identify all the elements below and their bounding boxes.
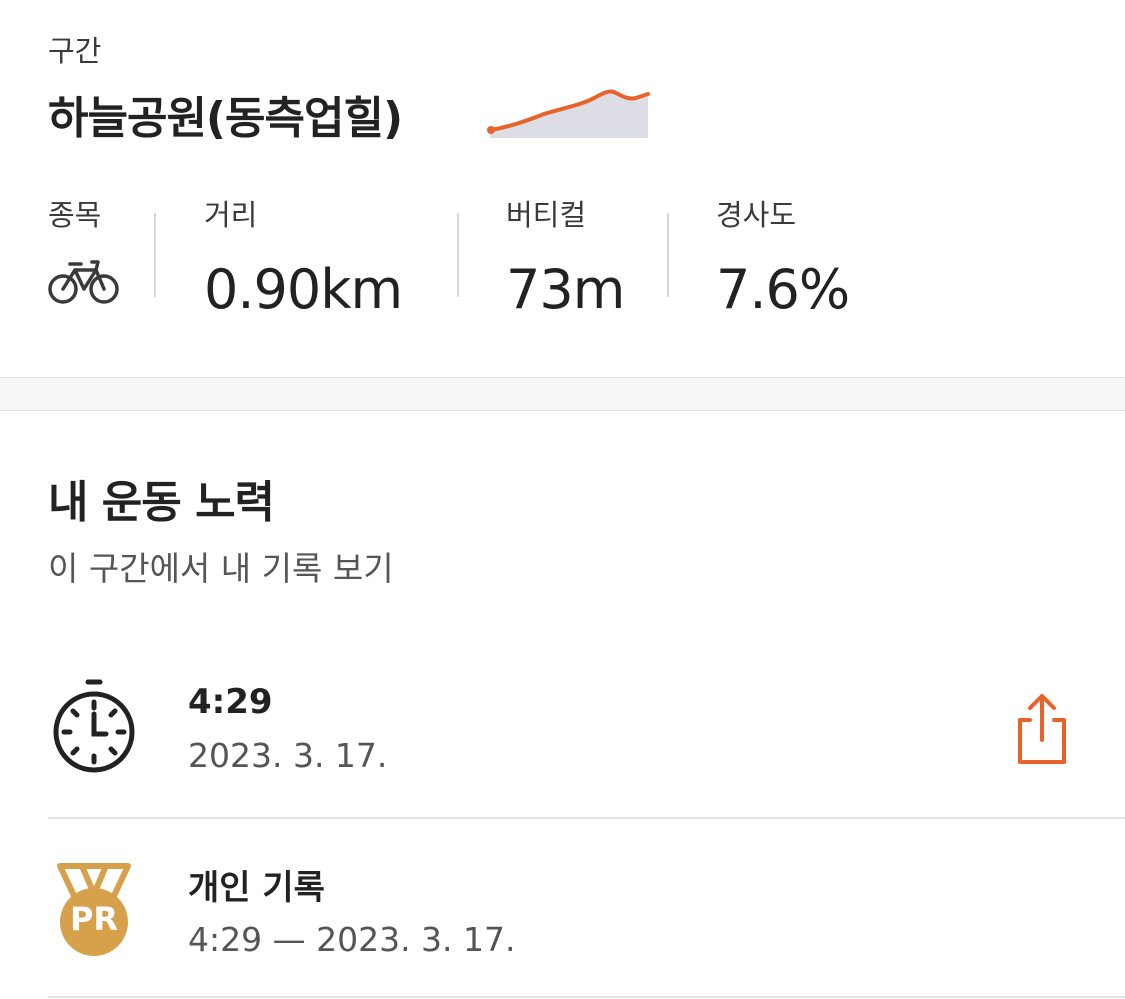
stat-vertical: 버티컬 73m: [506, 192, 625, 321]
stat-sport: 종목: [48, 192, 101, 234]
pr-title: 개인 기록: [188, 868, 325, 908]
bike-icon: [48, 260, 119, 304]
stat-grade-label: 경사도: [716, 198, 797, 232]
best-date: 2023. 3. 17.: [188, 736, 388, 775]
pr-badge-label: PR: [69, 900, 119, 938]
stat-distance-value: 0.90km: [204, 258, 403, 321]
section-separator: [0, 377, 1125, 411]
stat-sport-label: 종목: [48, 198, 102, 232]
stopwatch-icon: [53, 679, 135, 773]
stat-vertical-value: 73m: [506, 258, 625, 321]
stat-divider: [667, 213, 669, 297]
pr-detail: 4:29 — 2023. 3. 17.: [188, 920, 516, 959]
stat-grade: 경사도 7.6%: [716, 192, 850, 321]
effort-row-best[interactable]: 4:29 2023. 3. 17.: [48, 678, 1125, 788]
stat-grade-value: 7.6%: [716, 258, 850, 321]
row-divider: [48, 996, 1125, 998]
segment-name: 하늘공원(동측업힐): [48, 93, 403, 144]
stat-vertical-label: 버티컬: [506, 198, 587, 232]
elevation-profile: [487, 89, 650, 138]
stat-divider: [154, 213, 156, 297]
row-divider: [48, 817, 1125, 819]
stat-divider: [457, 213, 459, 297]
effort-section-subtitle: 이 구간에서 내 기록 보기: [48, 549, 394, 588]
stat-distance: 거리 0.90km: [204, 192, 403, 321]
segment-detail-page: 구간 하늘공원(동측업힐) 종목 거리 0.90km 버티컬 73m 경사도 7…: [0, 0, 1125, 999]
stat-distance-label: 거리: [204, 198, 258, 232]
best-time: 4:29: [188, 682, 273, 722]
share-icon[interactable]: [1012, 690, 1072, 770]
effort-section-title: 내 운동 노력: [48, 477, 275, 528]
effort-row-pr[interactable]: PR 개인 기록 4:29 — 2023. 3. 17.: [48, 856, 1125, 966]
segment-kicker: 구간: [48, 34, 102, 68]
